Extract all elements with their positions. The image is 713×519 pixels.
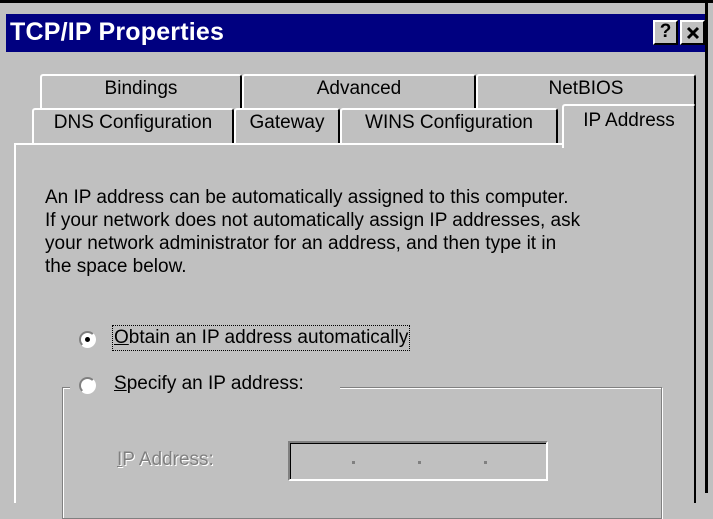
obtain-auto-radio[interactable] <box>79 331 96 348</box>
tab-gateway[interactable]: Gateway <box>234 108 340 144</box>
description-line: your network administrator for an addres… <box>45 233 557 254</box>
tab-label: IP Address <box>583 110 675 131</box>
description-line: If your network does not automatically a… <box>45 210 581 231</box>
tab-label: DNS Configuration <box>53 112 213 133</box>
tab-label: Advanced <box>316 78 402 99</box>
ip-description: An IP address can be automatically assig… <box>45 186 685 278</box>
obtain-auto-label[interactable]: Obtain an IP address automatically <box>111 325 411 351</box>
tab-dns-configuration[interactable]: DNS Configuration <box>32 108 234 144</box>
screen-edge-top <box>0 0 713 3</box>
label-rest: P Address: <box>122 449 214 470</box>
close-icon <box>686 26 700 40</box>
ip-address-label: IP Address: <box>117 449 214 471</box>
specify-ip-label[interactable]: Specify an IP address: <box>114 373 304 395</box>
ip-separator <box>484 461 487 464</box>
title-bar[interactable]: TCP/IP Properties ? <box>6 14 706 52</box>
close-button[interactable] <box>680 20 705 45</box>
ip-separator <box>418 461 421 464</box>
tcpip-properties-dialog: TCP/IP Properties ? Bindings Advanced Ne… <box>0 0 713 519</box>
ip-address-field[interactable] <box>288 441 548 481</box>
tab-label: Bindings <box>104 78 178 99</box>
screen-edge-right <box>705 0 708 493</box>
tab-label: Gateway <box>249 112 325 133</box>
help-button[interactable]: ? <box>653 20 678 45</box>
description-line: the space below. <box>45 256 187 277</box>
help-icon: ? <box>659 21 672 42</box>
tab-ip-address[interactable]: IP Address <box>562 104 696 148</box>
label-rest: btain an IP address automatically <box>128 327 409 348</box>
label-rest: pecify an IP address: <box>126 373 304 394</box>
mnemonic: S <box>114 373 127 394</box>
specify-ip-radio[interactable] <box>79 377 96 394</box>
mnemonic: O <box>114 327 129 348</box>
tab-netbios[interactable]: NetBIOS <box>476 74 696 108</box>
description-line: An IP address can be automatically assig… <box>45 187 569 208</box>
tab-bindings[interactable]: Bindings <box>40 74 242 108</box>
tab-label: WINS Configuration <box>365 112 533 133</box>
ip-separator <box>352 461 355 464</box>
radio-selected-dot <box>85 337 90 342</box>
window-title: TCP/IP Properties <box>10 18 225 46</box>
tab-wins-configuration[interactable]: WINS Configuration <box>340 108 558 144</box>
tab-label: NetBIOS <box>548 78 624 99</box>
tab-advanced[interactable]: Advanced <box>242 74 476 108</box>
